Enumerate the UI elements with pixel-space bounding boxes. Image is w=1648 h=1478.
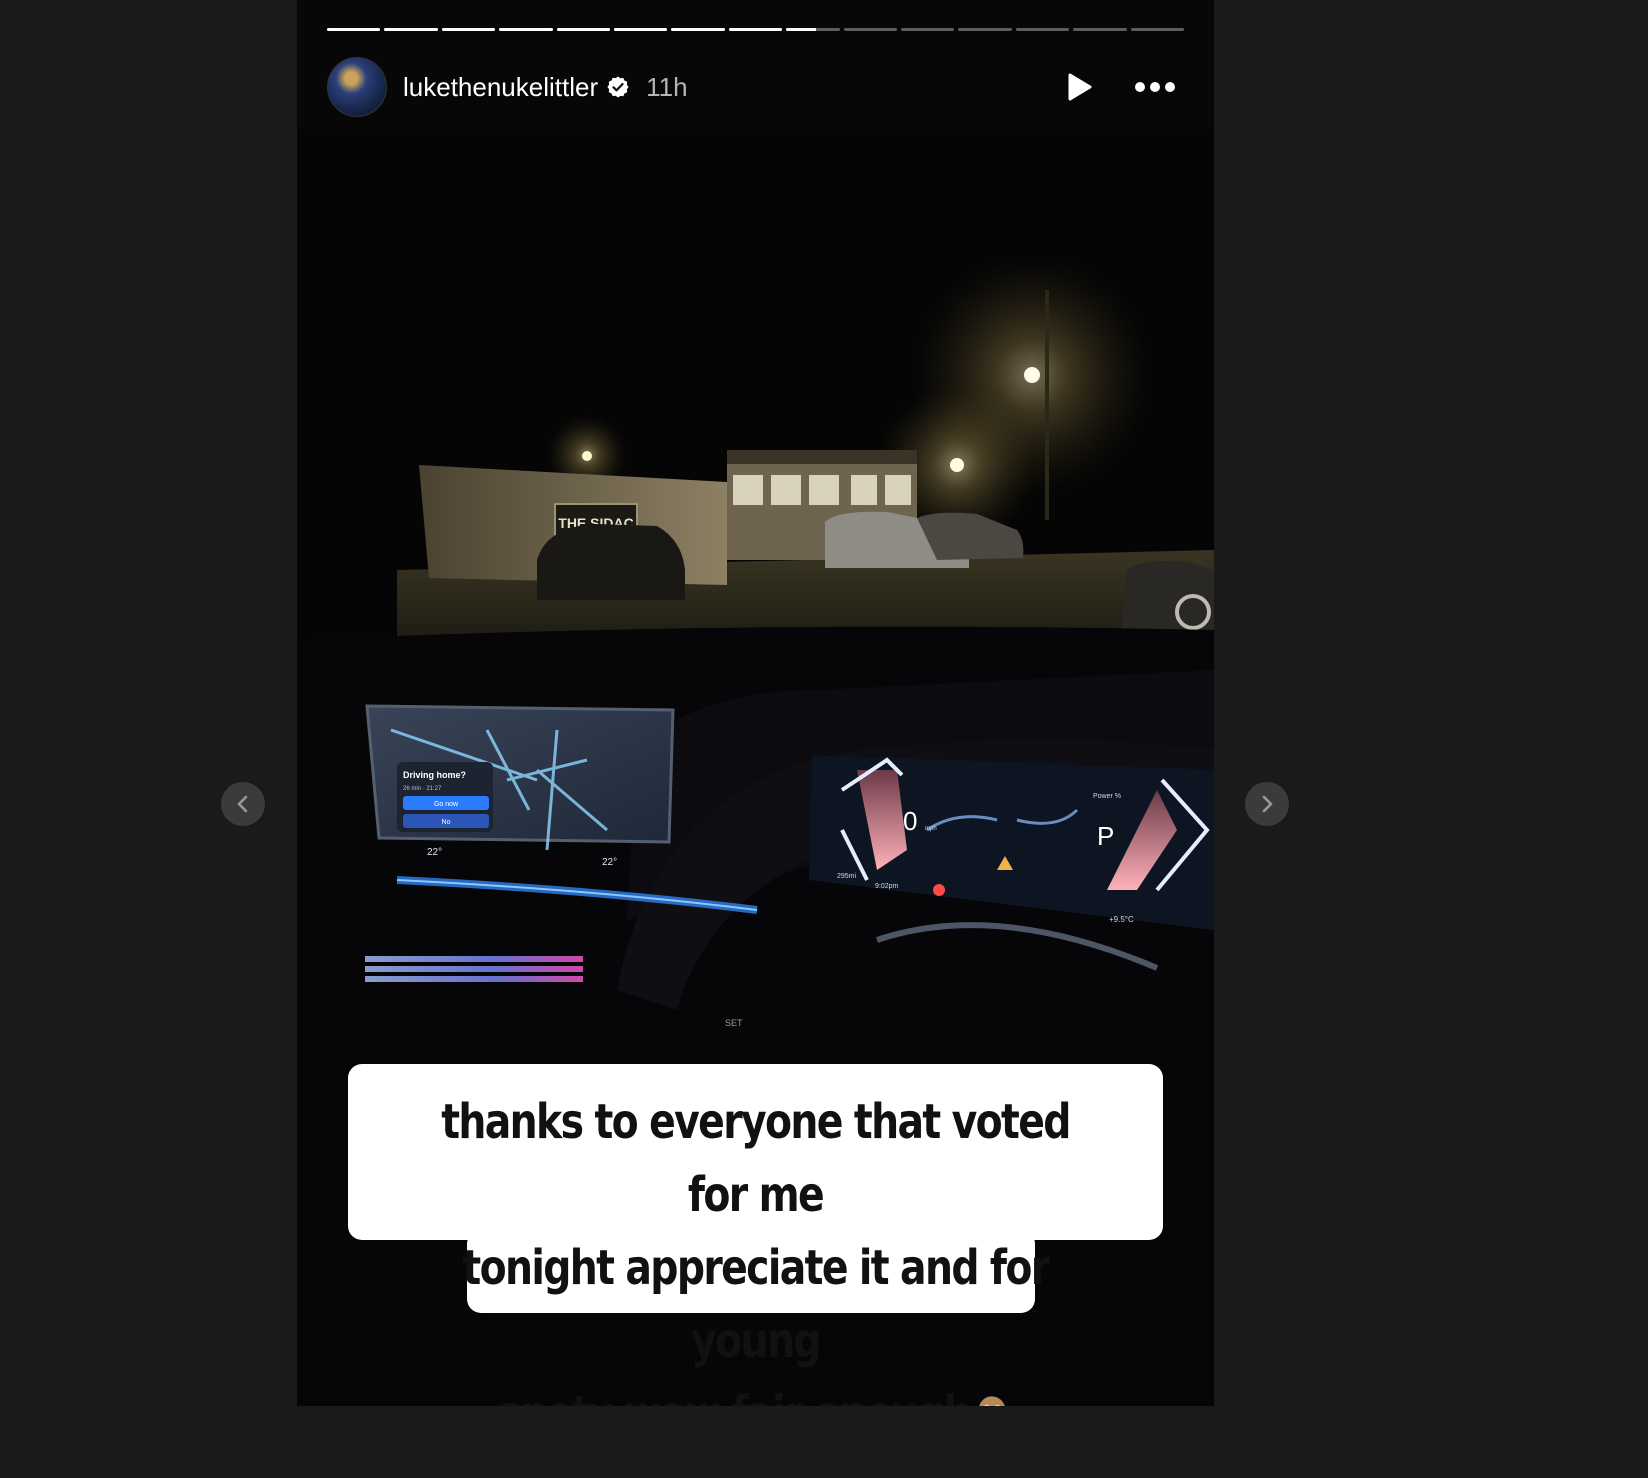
avatar[interactable] <box>327 57 387 117</box>
story-progress-bar <box>327 28 1185 32</box>
progress-segment-fill <box>556 28 611 31</box>
progress-segment-fill <box>384 28 438 31</box>
story-viewer[interactable]: THE SIDAC Driving home? 26 min · 21:27 G… <box>297 0 1214 1406</box>
temp-left: 22° <box>427 847 442 858</box>
more-icon <box>1135 82 1175 92</box>
play-icon <box>1068 73 1092 101</box>
progress-segment <box>786 28 840 31</box>
progress-segment <box>1015 28 1070 31</box>
speed-readout: 0 <box>903 806 917 836</box>
no-text: No <box>442 819 451 826</box>
progress-segment <box>728 28 783 31</box>
power-label: Power % <box>1093 793 1121 800</box>
speed-unit: mph <box>925 826 937 832</box>
eta-text: 26 min · 21:27 <box>403 786 442 792</box>
progress-segment <box>958 28 1012 31</box>
progress-segment <box>843 28 898 31</box>
play-button[interactable] <box>1064 72 1094 102</box>
story-caption: thanks to everyone that voted for me ton… <box>421 1086 1089 1406</box>
chevron-left-nav-button[interactable] <box>221 782 265 826</box>
story-header: lukethenukelittler 11h <box>327 57 1184 117</box>
progress-segment <box>499 28 553 31</box>
rgb-vent <box>365 956 583 982</box>
chevron-right-icon <box>1262 795 1273 813</box>
range-readout: 295mi <box>837 873 857 880</box>
caption-line-3: spoty wow fair enough <box>498 1386 972 1406</box>
progress-segment-fill <box>728 28 783 31</box>
set-label: SET <box>725 1018 743 1028</box>
username[interactable]: lukethenukelittler <box>403 72 598 103</box>
progress-segment-fill <box>441 28 496 31</box>
progress-segment <box>384 28 438 31</box>
driving-home-prompt: Driving home? <box>403 770 466 780</box>
progress-segment <box>671 28 725 31</box>
progress-segment-fill <box>327 28 381 31</box>
progress-segment-fill <box>614 28 668 31</box>
go-now-text: Go now <box>434 801 459 808</box>
post-time: 11h <box>646 71 688 102</box>
progress-segment-fill <box>671 28 725 31</box>
gear-indicator: P <box>1097 821 1114 851</box>
progress-segment <box>901 28 955 31</box>
clock-readout: 9:02pm <box>875 883 899 890</box>
progress-segment <box>327 28 381 31</box>
caption-line-2: tonight appreciate it and for young <box>462 1240 1050 1369</box>
chevron-left-icon <box>237 795 248 813</box>
see-no-evil-monkey-emoji: 🙈 <box>970 1390 1015 1406</box>
progress-segment <box>1130 28 1185 31</box>
caption-line-1: thanks to everyone that voted for me <box>441 1094 1071 1223</box>
verified-badge-icon <box>607 76 629 98</box>
progress-segment <box>556 28 611 31</box>
progress-segment <box>614 28 668 31</box>
progress-segment-fill <box>786 28 816 31</box>
temp-right: 22° <box>602 857 617 868</box>
progress-segment <box>1073 28 1127 31</box>
progress-segment-fill <box>499 28 553 31</box>
chevron-right-nav-button[interactable] <box>1245 782 1289 826</box>
outside-temp: +9.5°C <box>1109 915 1134 924</box>
progress-segment <box>441 28 496 31</box>
more-options-button[interactable] <box>1134 81 1176 93</box>
